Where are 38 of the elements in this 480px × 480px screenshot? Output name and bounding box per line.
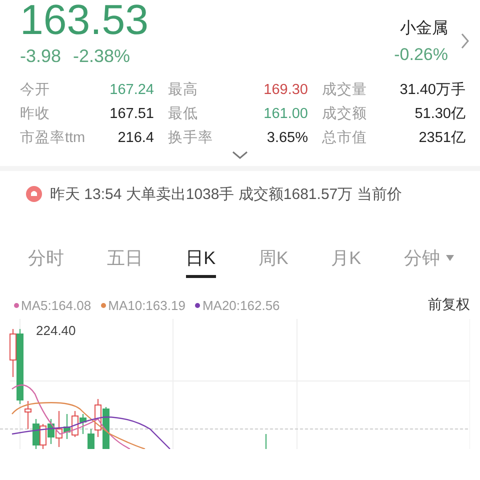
news-text: 昨天 13:54 大单卖出1038手 成交额1681.57万 当前价 [50,184,402,204]
chevron-down-icon[interactable] [231,150,249,160]
tab[interactable]: 分钟 [404,247,454,275]
stat-label: 成交额 [321,104,368,124]
stat-label: 今开 [20,81,51,100]
stat-value: 167.24 [108,81,155,100]
stat-value: 169.30 [262,81,309,100]
chevron-right-icon[interactable] [460,32,470,50]
tab[interactable]: 分时 [28,247,64,275]
stat-value: 161.00 [262,105,309,124]
stat-value: 51.30亿 [414,105,467,124]
tab[interactable]: 日K [186,247,216,278]
stat-label: 总市值 [321,128,368,148]
adjust-toggle[interactable]: 前复权 [428,296,470,314]
sector-name: 小金属 [399,18,448,38]
sector-change: -0.26% [394,44,448,64]
legend-label: MA5:164.08 [21,298,92,312]
price-change: -3.98 [20,46,62,67]
stat-label: 最低 [167,105,199,124]
stat-value: 31.40万手 [398,80,467,100]
legend-label: MA20:162.56 [202,298,280,312]
stat-value: 167.51 [108,105,155,124]
legend-label: MA10:163.19 [108,298,186,312]
stat-label: 昨收 [20,105,51,124]
stat-label: 成交量 [321,80,368,100]
stat-label: 市盈率ttm [20,128,82,148]
tab[interactable]: 月K [331,247,362,275]
tab[interactable]: 周K [258,247,288,275]
stock-price: 163.53 [20,0,148,42]
high-price-label: 224.40 [36,323,76,338]
percent-change: -2.38% [73,46,130,67]
stat-label: 换手率 [167,128,214,148]
tab[interactable]: 五日 [106,247,143,275]
stat-label: 最高 [167,80,199,100]
stat-value: 3.65% [266,129,309,148]
stat-value: 2351亿 [418,129,467,148]
bell-icon [26,186,42,202]
stat-value: 216.4 [116,129,155,148]
